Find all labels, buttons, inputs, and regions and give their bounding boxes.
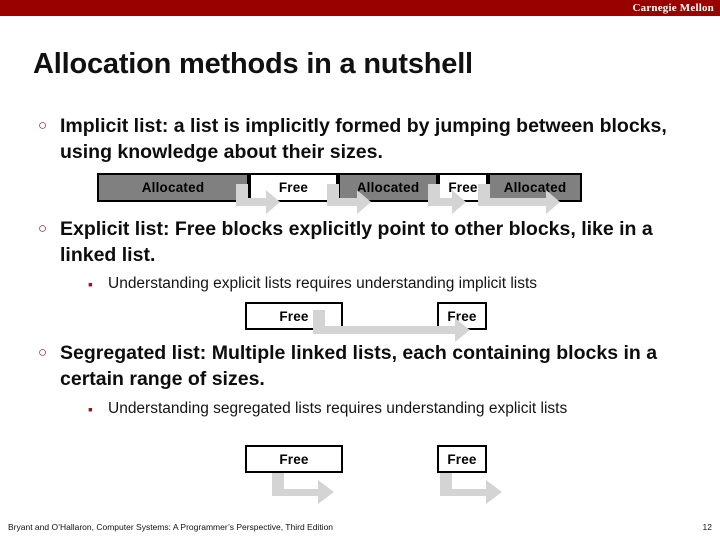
bullet-implicit-list: ○ Implicit list: a list is implicitly fo… [38,113,680,165]
block-allocated-3: Allocated [488,173,582,202]
subbullet-segregated-note-text: Understanding segregated lists requires … [108,400,568,417]
block-free-2: Free [438,173,488,202]
bullet-marker-icon: ○ [38,345,48,361]
block-free-segregated-2: Free [437,445,487,473]
footer-citation: Bryant and O’Hallaron, Computer Systems:… [8,522,334,532]
bullet-segregated-list: ○ Segregated list: Multiple linked lists… [38,340,680,392]
subbullet-explicit-note: ▪ Understanding explicit lists requires … [88,273,537,295]
connector-arrows-layer [236,184,560,504]
bullet-marker-icon: ○ [38,118,48,134]
bullet-explicit-list: ○ Explicit list: Free blocks explicitly … [38,216,680,268]
brand-bar: Carnegie Mellon [0,0,720,16]
subbullet-marker-icon: ▪ [88,401,93,417]
subbullet-segregated-note: ▪ Understanding segregated lists require… [88,398,567,420]
subbullet-marker-icon: ▪ [88,276,93,292]
block-allocated-2: Allocated [338,173,438,202]
slide: Carnegie Mellon Allocation methods in a … [0,0,720,540]
block-allocated-1: Allocated [97,173,249,202]
page-title: Allocation methods in a nutshell [33,48,473,80]
arrow-segregated-1 [272,473,334,504]
page-number: 12 [702,522,712,532]
block-free-segregated-1: Free [245,445,343,473]
bullet-segregated-list-text: Segregated list: Multiple linked lists, … [60,342,658,390]
brand-label: Carnegie Mellon [632,2,714,14]
arrow-segregated-2 [440,473,502,504]
block-free-explicit-1: Free [245,302,343,330]
bullet-implicit-list-text: Implicit list: a list is implicitly form… [60,115,667,163]
bullet-marker-icon: ○ [38,221,48,237]
block-free-1: Free [249,173,338,202]
block-free-explicit-2: Free [437,302,487,330]
bullet-explicit-list-text: Explicit list: Free blocks explicitly po… [60,218,653,266]
subbullet-explicit-note-text: Understanding explicit lists requires un… [108,275,538,292]
